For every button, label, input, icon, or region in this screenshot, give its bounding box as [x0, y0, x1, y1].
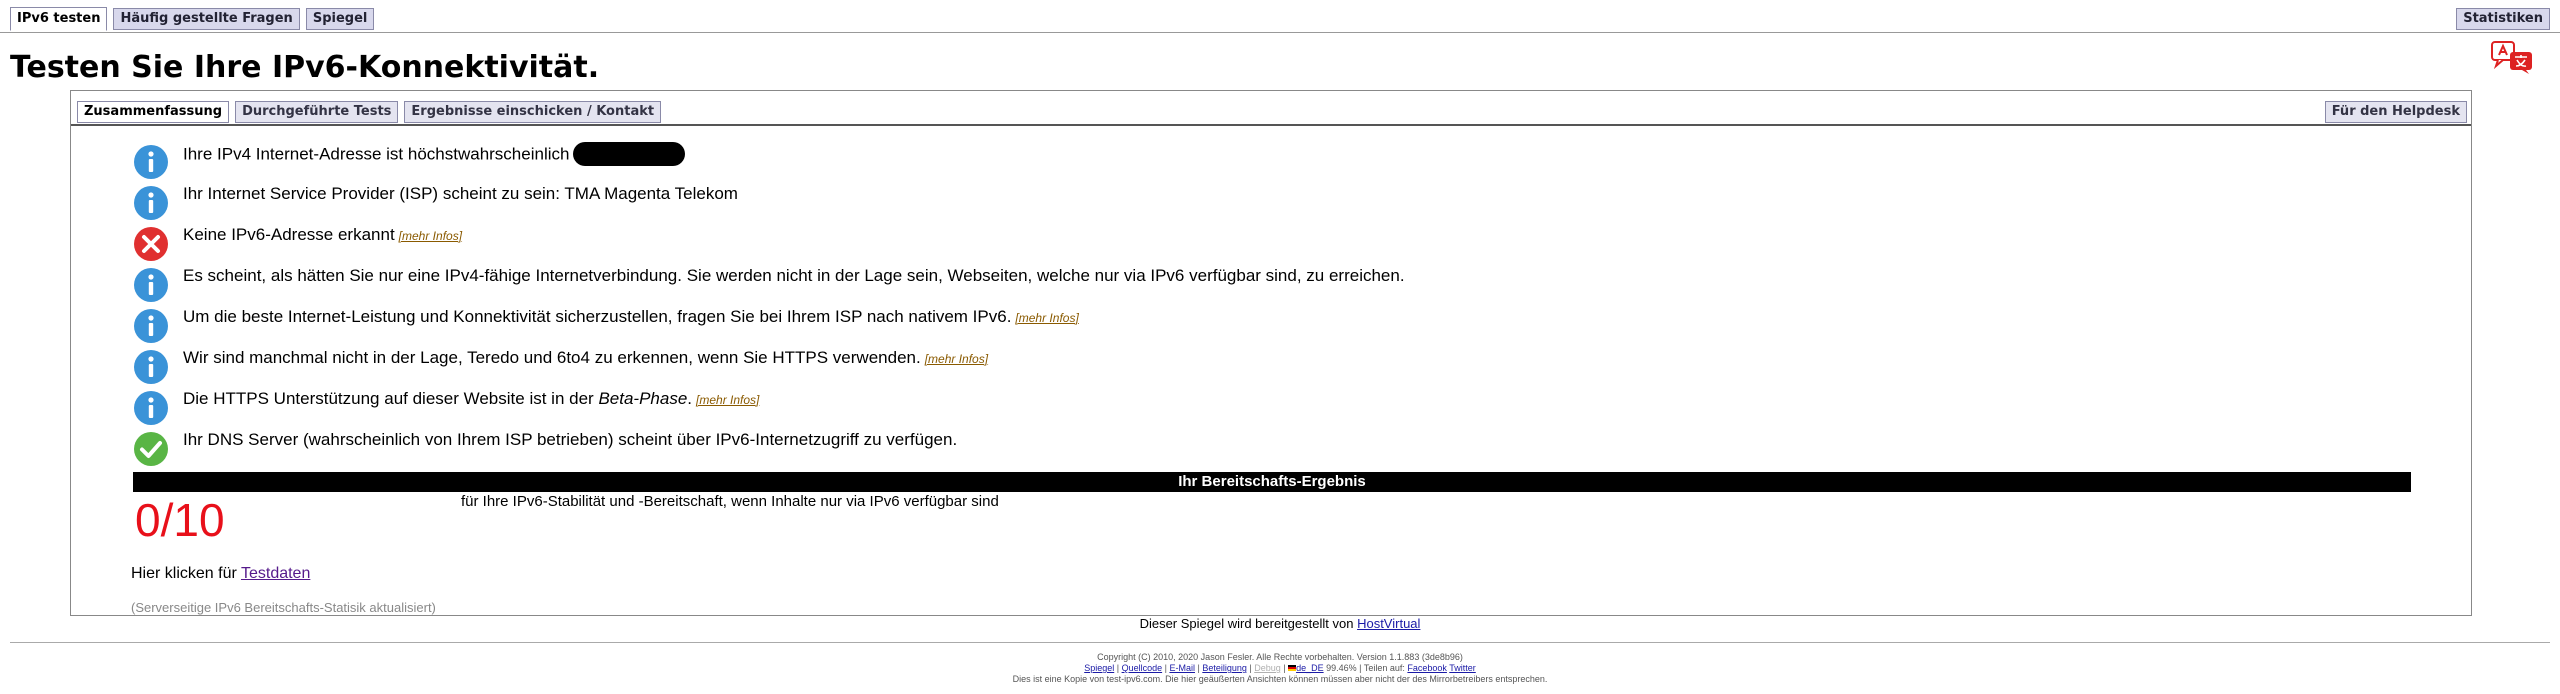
more-info-link[interactable]: [mehr Infos]: [1015, 311, 1078, 325]
footer-share-label: Teilen auf:: [1363, 663, 1405, 673]
tab-ipv6-testen[interactable]: IPv6 testen: [10, 7, 108, 31]
more-info-link[interactable]: [mehr Infos]: [399, 229, 462, 243]
server-stats-note: (Serverseitige IPv6 Bereitschafts-Statis…: [131, 600, 436, 615]
footer-link-email[interactable]: E-Mail: [1169, 663, 1195, 673]
footer-percent: 99.46%: [1326, 663, 1357, 673]
sub-tab-right: Für den Helpdesk: [2324, 101, 2467, 123]
translate-icon[interactable]: [2490, 40, 2536, 76]
footer-link-facebook[interactable]: Facebook: [1407, 663, 1447, 673]
tab-zusammenfassung[interactable]: Zusammenfassung: [77, 101, 230, 123]
summary-panel: Zusammenfassung Durchgeführte Tests Erge…: [70, 90, 2472, 616]
result-text: Ihr Internet Service Provider (ISP) sche…: [183, 184, 738, 203]
result-message: Wir sind manchmal nicht in der Lage, Ter…: [183, 348, 988, 368]
error-icon: [134, 227, 168, 261]
page-title: Testen Sie Ihre IPv6-Konnektivität.: [10, 50, 600, 85]
footer-link-spiegel[interactable]: Spiegel: [1084, 663, 1114, 673]
testdata-link[interactable]: Testdaten: [241, 565, 310, 582]
result-text: Es scheint, als hätten Sie nur eine IPv4…: [183, 266, 1405, 285]
beta-phase-text: Beta-Phase: [598, 389, 688, 408]
result-text: Ihr DNS Server (wahrscheinlich von Ihrem…: [183, 430, 958, 449]
result-text-end: .: [687, 389, 693, 408]
info-icon: [134, 145, 168, 179]
footer-copyright: Copyright (C) 2010, 2020 Jason Fesler. A…: [1097, 652, 1463, 662]
mirror-provider: Dieser Spiegel wird bereitgestellt von H…: [0, 616, 2560, 631]
result-message: Es scheint, als hätten Sie nur eine IPv4…: [183, 266, 1405, 286]
more-info-link[interactable]: [mehr Infos]: [925, 352, 988, 366]
footer-links: Spiegel | Quellcode | E-Mail | Beteiligu…: [1084, 663, 1476, 673]
result-message: Um die beste Internet-Leistung und Konne…: [183, 307, 1079, 327]
info-icon: [134, 309, 168, 343]
footer-link-debug[interactable]: Debug: [1254, 663, 1281, 673]
footer-link-twitter[interactable]: Twitter: [1449, 663, 1476, 673]
result-message: Ihre IPv4 Internet-Adresse ist höchstwah…: [183, 142, 686, 167]
sub-tab-bar: Zusammenfassung Durchgeführte Tests Erge…: [77, 101, 662, 123]
result-message: Ihr DNS Server (wahrscheinlich von Ihrem…: [183, 430, 957, 450]
info-icon: [134, 268, 168, 302]
score-header: Ihr Bereitschafts-Ergebnis: [133, 472, 2411, 492]
result-text: Um die beste Internet-Leistung und Konne…: [183, 307, 1012, 326]
top-tab-right: Statistiken: [2456, 8, 2550, 30]
result-text: Die HTTPS Unterstützung auf dieser Websi…: [183, 389, 594, 408]
more-info-link[interactable]: [mehr Infos]: [696, 393, 759, 407]
mirror-text: Dieser Spiegel wird bereitgestellt von: [1139, 616, 1354, 631]
info-icon: [134, 186, 168, 220]
testdata-prefix: Hier klicken für: [131, 565, 237, 582]
readiness-score: 0/10: [135, 494, 225, 546]
footer-link-quellcode[interactable]: Quellcode: [1122, 663, 1163, 673]
flag-icon: [1288, 665, 1297, 671]
top-tab-bar: IPv6 testen Häufig gestellte Fragen Spie…: [10, 7, 375, 32]
score-description: für Ihre IPv6-Stabilität und -Bereitscha…: [461, 493, 999, 510]
footer: Copyright (C) 2010, 2020 Jason Fesler. A…: [0, 652, 2560, 685]
result-text: Ihre IPv4 Internet-Adresse ist höchstwah…: [183, 144, 570, 164]
sub-divider: [71, 124, 2471, 126]
tab-ergebnisse-kontakt[interactable]: Ergebnisse einschicken / Kontakt: [404, 101, 662, 123]
info-icon: [134, 350, 168, 384]
hostvirtual-link[interactable]: HostVirtual: [1357, 616, 1420, 631]
result-message: Ihr Internet Service Provider (ISP) sche…: [183, 184, 738, 204]
result-text: Keine IPv6-Adresse erkannt: [183, 225, 395, 244]
footer-link-locale[interactable]: de_DE: [1296, 663, 1324, 673]
result-message: Die HTTPS Unterstützung auf dieser Websi…: [183, 389, 759, 409]
testdata-line: Hier klicken für Testdaten: [131, 565, 310, 583]
tab-faq[interactable]: Häufig gestellte Fragen: [113, 8, 300, 30]
footer-divider: [10, 642, 2550, 643]
top-divider: [0, 32, 2560, 33]
tab-statistiken[interactable]: Statistiken: [2456, 8, 2550, 30]
result-message: Keine IPv6-Adresse erkannt [mehr Infos]: [183, 225, 462, 245]
footer-link-beteiligung[interactable]: Beteiligung: [1202, 663, 1247, 673]
footer-disclaimer: Dies ist eine Kopie von test-ipv6.com. D…: [1012, 674, 1548, 684]
tab-spiegel[interactable]: Spiegel: [305, 8, 375, 30]
result-text: Wir sind manchmal nicht in der Lage, Ter…: [183, 348, 921, 367]
info-icon: [134, 391, 168, 425]
tab-durchgefuehrte-tests[interactable]: Durchgeführte Tests: [235, 101, 399, 123]
check-icon: [134, 432, 168, 466]
redacted-ip-address: [573, 142, 686, 166]
tab-helpdesk[interactable]: Für den Helpdesk: [2324, 101, 2467, 123]
